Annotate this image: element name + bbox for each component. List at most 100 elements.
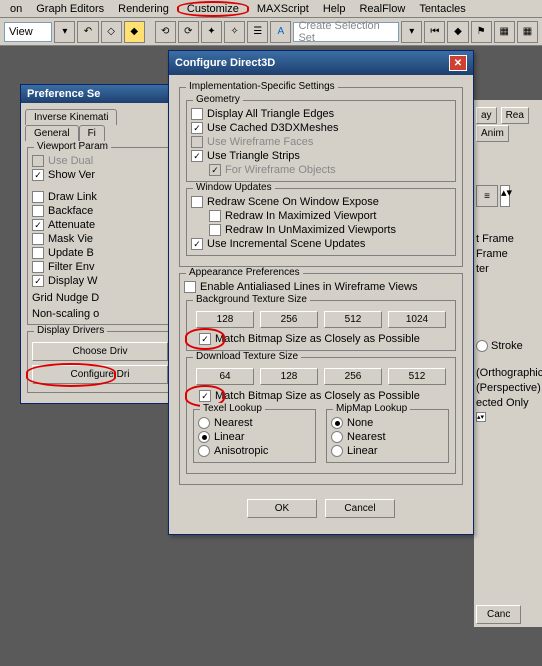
radio-linear[interactable] (198, 431, 210, 443)
chk-label: Filter Env (48, 261, 94, 273)
checkbox[interactable] (191, 196, 203, 208)
tool-icon[interactable]: ▦ (494, 21, 515, 43)
checkbox[interactable] (32, 261, 44, 273)
label: (Perspective) (476, 382, 540, 394)
size-button[interactable]: 1024 (388, 311, 446, 328)
menu-item[interactable]: Graph Editors (30, 2, 110, 16)
tab-inverse[interactable]: Inverse Kinemati (25, 109, 117, 125)
display-drivers-group: Display Drivers Choose Driv Configure Dr… (27, 331, 173, 393)
checkbox-match-bg[interactable] (199, 333, 211, 345)
menu-item[interactable]: Help (317, 2, 352, 16)
checkbox[interactable] (184, 281, 196, 293)
tool-icon[interactable]: ◆ (447, 21, 468, 43)
chk-label: Attenuate (48, 219, 95, 231)
chk-label: Display W (48, 275, 98, 287)
checkbox[interactable] (32, 219, 44, 231)
size-button[interactable]: 256 (260, 311, 318, 328)
checkbox[interactable] (32, 233, 44, 245)
label: Grid Nudge D (32, 292, 168, 304)
chk-label: Enable Antialiased Lines in Wireframe Vi… (200, 281, 417, 293)
label: t Frame (476, 233, 540, 245)
d3d-title-text: Configure Direct3D (175, 57, 275, 69)
tool-icon[interactable]: ▦ (517, 21, 538, 43)
tool-icon[interactable]: A (270, 21, 291, 43)
configure-direct3d-window: Configure Direct3D ✕ Implementation-Spec… (168, 50, 474, 535)
window-updates-group: Window Updates Redraw Scene On Window Ex… (186, 188, 456, 256)
checkbox-match-dl[interactable] (199, 390, 211, 402)
tool-icon[interactable]: ☰ (247, 21, 268, 43)
size-button[interactable]: 128 (260, 368, 318, 385)
checkbox[interactable] (209, 210, 221, 222)
tool-icon[interactable]: ◇ (101, 21, 122, 43)
menu-customize[interactable]: Customize (177, 1, 249, 17)
radio-label: Nearest (214, 417, 253, 429)
btn-ay[interactable]: ay (476, 107, 497, 124)
label: Frame (476, 248, 540, 260)
size-button[interactable]: 64 (196, 368, 254, 385)
tab-general[interactable]: General (25, 125, 79, 141)
view-dropdown[interactable]: View (4, 22, 52, 42)
geometry-group: Geometry Display All Triangle Edges Use … (186, 100, 456, 182)
size-button[interactable]: 256 (324, 368, 382, 385)
checkbox[interactable] (191, 150, 203, 162)
choose-driver-button[interactable]: Choose Driv (32, 342, 168, 361)
checkbox[interactable] (191, 122, 203, 134)
cancel-button[interactable]: Canc (476, 605, 521, 624)
btn-rea[interactable]: Rea (501, 107, 529, 124)
chk-label: Match Bitmap Size as Closely as Possible (215, 333, 420, 345)
menu-item[interactable]: MAXScript (251, 2, 315, 16)
cancel-button[interactable]: Cancel (325, 499, 395, 518)
menu-item[interactable]: Tentacles (413, 2, 471, 16)
size-button[interactable]: 128 (196, 311, 254, 328)
label: ected Only (476, 397, 540, 409)
checkbox[interactable] (32, 275, 44, 287)
mipmap-group: MipMap Lookup None Nearest Linear (326, 409, 449, 463)
ok-button[interactable]: OK (247, 499, 317, 518)
tool-icon[interactable]: ✧ (224, 21, 245, 43)
toolbar: View ▾ ↶ ◇ ◆ ⟲ ⟳ ✦ ✧ ☰ A Create Selectio… (0, 18, 542, 46)
tab-fi[interactable]: Fi (79, 125, 105, 141)
close-icon[interactable]: ✕ (449, 55, 467, 71)
chk-label: Mask Vie (48, 233, 93, 245)
tool-icon[interactable]: ↶ (77, 21, 98, 43)
tool-icon[interactable]: ⚑ (471, 21, 492, 43)
size-button[interactable]: 512 (324, 311, 382, 328)
checkbox[interactable] (209, 224, 221, 236)
label: (Orthographic (476, 367, 540, 379)
radio-none[interactable] (331, 417, 343, 429)
size-button[interactable]: 512 (388, 368, 446, 385)
radio-label: None (347, 417, 373, 429)
selection-set-dropdown[interactable]: Create Selection Set (293, 22, 399, 42)
btn-anim[interactable]: Anim (476, 125, 509, 142)
tool-icon[interactable]: ⟲ (155, 21, 176, 43)
radio-linear[interactable] (331, 445, 343, 457)
chk-label: Use Cached D3DXMeshes (207, 122, 338, 134)
radio-nearest[interactable] (331, 431, 343, 443)
menu-item[interactable]: Rendering (112, 2, 175, 16)
menu-item[interactable]: RealFlow (353, 2, 411, 16)
checkbox[interactable] (191, 108, 203, 120)
radio-nearest[interactable] (198, 417, 210, 429)
configure-driver-button[interactable]: Configure Dri (32, 365, 168, 384)
chk-label: Redraw Scene On Window Expose (207, 196, 379, 208)
tool-icon[interactable]: ⏮ (424, 21, 445, 43)
tool-icon[interactable]: ✦ (201, 21, 222, 43)
preferences-title: Preference Se (21, 85, 179, 103)
menubar: on Graph Editors Rendering Customize MAX… (0, 0, 542, 18)
spinner-icon[interactable]: ≡ (476, 185, 498, 207)
checkbox[interactable] (32, 169, 44, 181)
checkbox[interactable] (32, 191, 44, 203)
tool-icon[interactable]: ⟳ (178, 21, 199, 43)
checkbox[interactable] (191, 238, 203, 250)
tool-icon[interactable]: ▾ (54, 21, 75, 43)
group-label: Geometry (193, 94, 243, 105)
group-label: Appearance Preferences (186, 267, 303, 278)
radio-stroke[interactable] (476, 340, 488, 352)
checkbox[interactable] (32, 205, 44, 217)
tool-icon[interactable]: ▾ (401, 21, 422, 43)
tool-icon[interactable]: ◆ (124, 21, 145, 43)
chk-label: Use Wireframe Faces (207, 136, 313, 148)
checkbox[interactable] (32, 247, 44, 259)
radio-aniso[interactable] (198, 445, 210, 457)
menu-item[interactable]: on (4, 2, 28, 16)
